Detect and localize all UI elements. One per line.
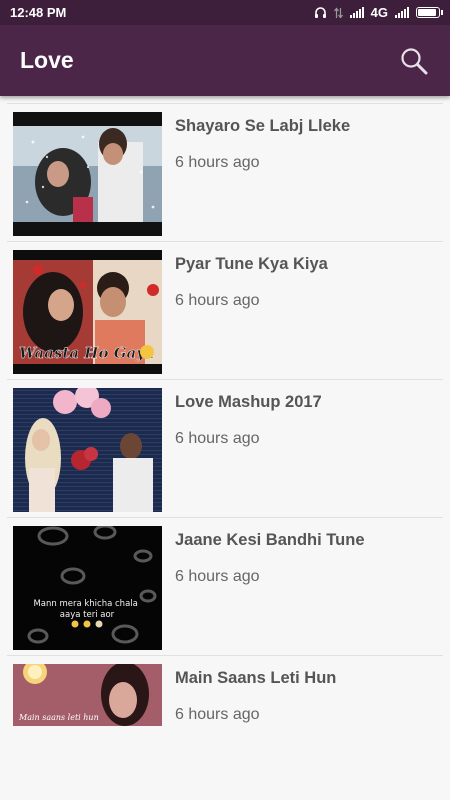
headphones-icon <box>314 7 326 18</box>
signal-icon <box>349 7 364 18</box>
app-bar: Love <box>0 25 450 96</box>
search-icon <box>401 47 428 74</box>
video-title[interactable]: Pyar Tune Kya Kiya <box>175 255 328 274</box>
status-bar: 12:48 PM 4G <box>0 0 450 25</box>
video-timestamp: 6 hours ago <box>175 568 260 585</box>
video-thumbnail[interactable]: Main saans leti hun <box>13 664 162 726</box>
video-timestamp: 6 hours ago <box>175 430 260 447</box>
data-arrows-icon <box>333 7 343 18</box>
video-timestamp: 6 hours ago <box>175 706 260 723</box>
video-list: Shayaro Se Labj Lleke 6 hours ago Waasta… <box>7 103 443 794</box>
video-title[interactable]: Main Saans Leti Hun <box>175 669 336 688</box>
video-thumbnail[interactable] <box>13 112 162 236</box>
thumbnail-caption: Main saans leti hun <box>18 713 99 722</box>
network-label: 4G <box>370 5 388 20</box>
list-item[interactable]: Shayaro Se Labj Lleke 6 hours ago <box>7 104 443 242</box>
video-title[interactable]: Shayaro Se Labj Lleke <box>175 117 350 136</box>
status-time: 12:48 PM <box>10 5 67 20</box>
thumbnail-caption: Waasta Ho Gaya <box>19 344 155 362</box>
video-timestamp: 6 hours ago <box>175 292 260 309</box>
video-title[interactable]: Jaane Kesi Bandhi Tune <box>175 531 365 550</box>
video-title[interactable]: Love Mashup 2017 <box>175 393 322 412</box>
video-thumbnail[interactable]: Mann mera khicha chala aaya teri aor <box>13 526 162 650</box>
page-title: Love <box>20 47 74 73</box>
signal-icon <box>395 7 409 18</box>
list-item[interactable]: Love Mashup 2017 6 hours ago <box>7 380 443 518</box>
list-item[interactable]: Mann mera khicha chala aaya teri aor Jaa… <box>7 518 443 656</box>
video-thumbnail[interactable] <box>13 388 162 512</box>
list-item[interactable]: Waasta Ho Gaya Pyar Tune Kya Kiya 6 hour… <box>7 242 443 380</box>
video-thumbnail[interactable]: Waasta Ho Gaya <box>13 250 162 374</box>
battery-icon <box>416 7 443 18</box>
search-button[interactable] <box>398 45 430 77</box>
list-item[interactable]: Main saans leti hun Main Saans Leti Hun … <box>7 656 443 794</box>
video-timestamp: 6 hours ago <box>175 154 260 171</box>
status-icons: 4G <box>314 5 443 20</box>
